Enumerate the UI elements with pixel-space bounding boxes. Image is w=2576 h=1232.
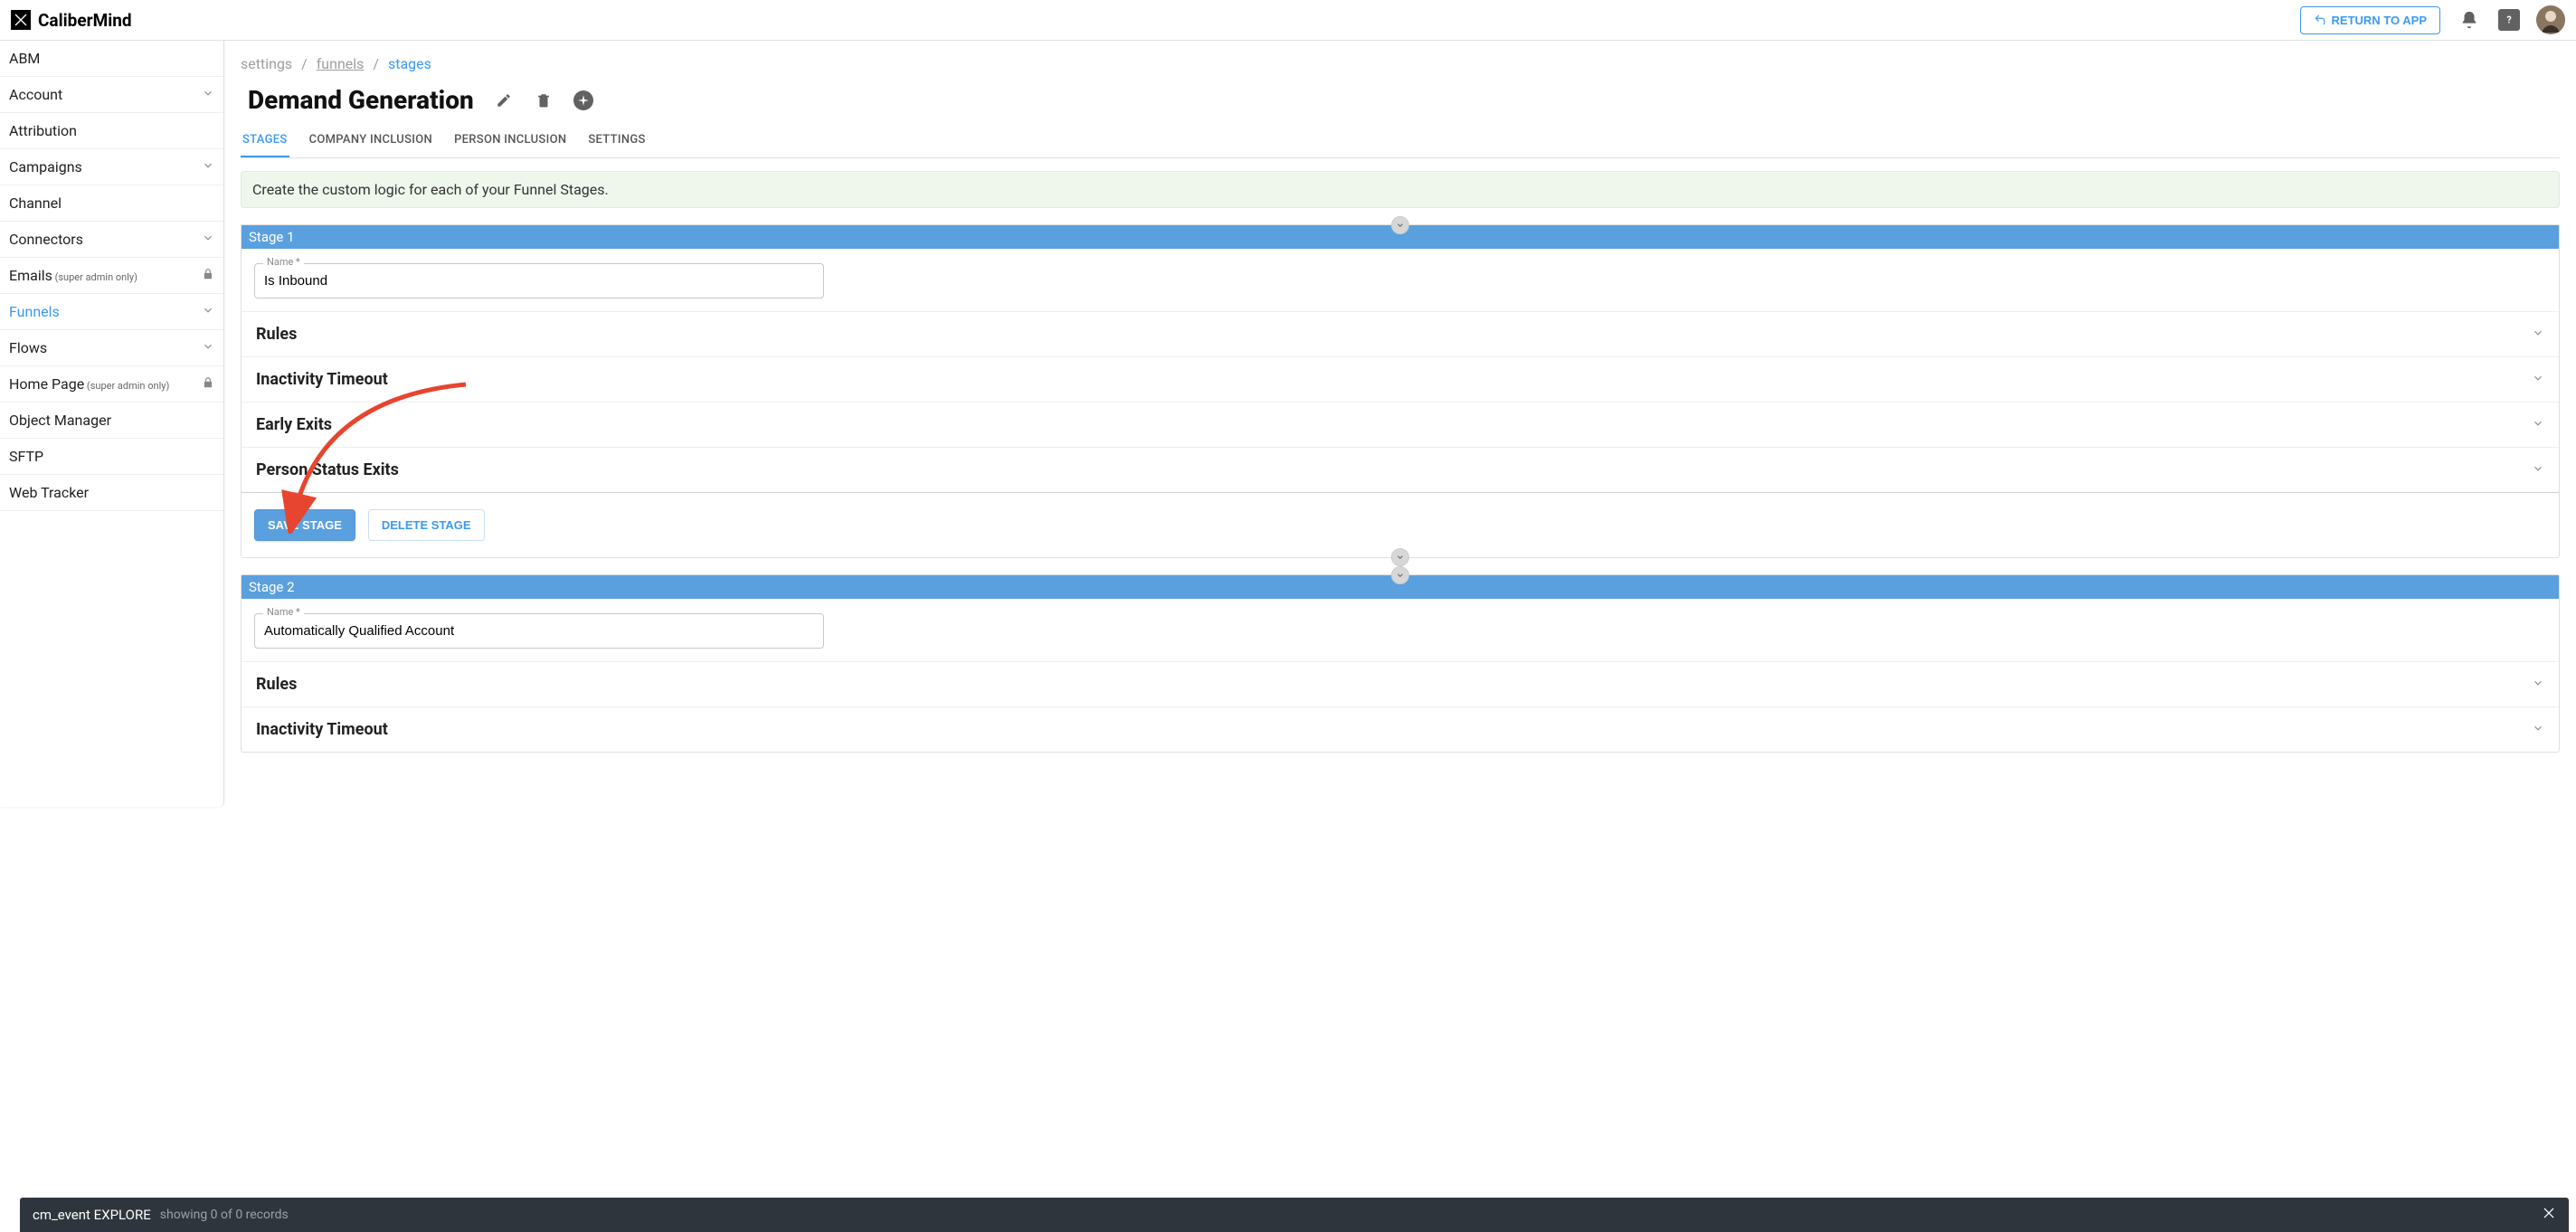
breadcrumb-current: stages [388,55,431,72]
return-button-label: RETURN TO APP [2332,14,2427,27]
chevron-down-icon [202,86,214,103]
stage-name-field: Name * [254,263,824,299]
main-content: settings / funnels / stages Demand Gener… [224,41,2576,807]
sidebar-item-emails[interactable]: Emails (super admin only) [0,258,223,294]
sidebar-item-label: Flows [9,339,47,356]
accordion-title: Inactivity Timeout [256,720,388,739]
brand-name: CaliberMind [38,10,132,31]
sidebar-item-label: Connectors [9,231,83,248]
lock-icon [202,375,214,393]
sidebar-item-attribution[interactable]: Attribution [0,113,223,149]
explore-bottom-bar: cm_event EXPLORE showing 0 of 0 records [20,1198,2569,1232]
stage-name-label: Name * [263,256,304,268]
stage-name-input[interactable] [254,613,824,649]
tab-bar: STAGES COMPANY INCLUSION PERSON INCLUSION S… [241,124,2560,158]
chevron-down-icon [2532,326,2544,343]
chevron-down-icon [2532,371,2544,388]
sidebar-item-label: Attribution [9,122,77,139]
delete-icon[interactable] [534,90,554,110]
accordion-title: Inactivity Timeout [256,370,388,389]
app-header: CaliberMind RETURN TO APP ? [0,0,2576,41]
insert-stage-before-button[interactable] [1391,216,1409,234]
sidebar-item-home-page[interactable]: Home Page (super admin only) [0,366,223,403]
breadcrumb-root[interactable]: settings [241,55,292,72]
stage-name-label: Name * [263,606,304,618]
accordion-title: Person Status Exits [256,460,399,479]
tab-settings[interactable]: SETTINGS [586,124,647,157]
sidebar-item-channel[interactable]: Channel [0,185,223,222]
sidebar-item-label: Campaigns [9,158,82,175]
stage-name-field: Name * [254,613,824,649]
return-arrow-icon [2314,14,2326,26]
accordion-title: Early Exits [256,415,332,434]
accordion-rules[interactable]: Rules [242,311,2559,356]
chevron-down-icon [2532,461,2544,479]
chevron-down-icon [202,303,214,320]
sidebar-item-label: Emails (super admin only) [9,267,137,284]
sidebar-item-abm[interactable]: ABM [0,41,223,77]
chevron-down-icon [2532,676,2544,693]
accordion-title: Rules [256,325,297,344]
chevron-down-icon [2532,416,2544,433]
sidebar-item-account[interactable]: Account [0,77,223,113]
accordion-title: Rules [256,675,297,694]
chevron-down-icon [2532,721,2544,738]
accordion-early-exits[interactable]: Early Exits [242,402,2559,447]
sidebar-item-label: Object Manager [9,412,111,429]
sidebar-item-funnels[interactable]: Funnels [0,294,223,330]
delete-stage-button[interactable]: DELETE STAGE [368,509,485,541]
bottom-bar-subtitle: showing 0 of 0 records [160,1208,289,1222]
insert-stage-after-button[interactable] [1391,548,1409,566]
save-stage-button[interactable]: SAVE STAGE [254,509,355,541]
bottom-bar-title: cm_event EXPLORE [33,1207,151,1223]
sidebar-item-label: Account [9,86,62,103]
lock-icon [202,267,214,284]
accordion-rules[interactable]: Rules [242,661,2559,706]
breadcrumb-parent[interactable]: funnels [317,55,365,72]
notifications-icon[interactable] [2457,7,2482,33]
sidebar-item-label: ABM [9,50,40,67]
close-icon[interactable] [2542,1206,2556,1224]
sidebar-item-sftp[interactable]: SFTP [0,439,223,475]
sidebar-item-label: Home Page (super admin only) [9,375,169,393]
settings-sidebar: ABM Account Attribution Campaigns Channel Con… [0,41,224,807]
chevron-down-icon [202,158,214,175]
insert-stage-before-button[interactable] [1391,566,1409,584]
svg-text:?: ? [2506,14,2511,25]
tab-stages[interactable]: STAGES [241,124,289,157]
page-title-row: Demand Generation [248,85,2560,115]
chevron-down-icon [202,231,214,248]
sidebar-item-web-tracker[interactable]: Web Tracker [0,475,223,511]
accordion-inactivity-timeout[interactable]: Inactivity Timeout [242,356,2559,402]
return-to-app-button[interactable]: RETURN TO APP [2300,6,2440,34]
stage-card-1: Stage 1Name *RulesInactivity TimeoutEarl… [241,224,2560,558]
accordion-person-status-exits[interactable]: Person Status Exits [242,447,2559,492]
chevron-down-icon [202,339,214,356]
accordion-inactivity-timeout[interactable]: Inactivity Timeout [242,706,2559,752]
sidebar-item-object-manager[interactable]: Object Manager [0,403,223,439]
stage-card-2: Stage 2Name *RulesInactivity Timeout [241,574,2560,753]
tab-company-inclusion[interactable]: COMPANY INCLUSION [308,124,434,157]
sidebar-item-campaigns[interactable]: Campaigns [0,149,223,185]
user-avatar[interactable] [2536,5,2565,34]
stage-name-input[interactable] [254,263,824,299]
brand-logo-icon [11,10,31,30]
brand: CaliberMind [11,10,132,31]
sidebar-item-label: SFTP [9,448,43,465]
page-title: Demand Generation [248,85,474,115]
sidebar-item-label: Channel [9,194,62,212]
sidebar-item-label: Web Tracker [9,484,89,501]
sidebar-item-label: Funnels [9,303,60,320]
info-banner: Create the custom logic for each of your… [241,171,2560,208]
sidebar-item-flows[interactable]: Flows [0,330,223,366]
sidebar-item-connectors[interactable]: Connectors [0,222,223,258]
help-icon[interactable]: ? [2498,9,2520,31]
explore-icon[interactable] [573,90,593,110]
edit-icon[interactable] [494,90,514,110]
tab-person-inclusion[interactable]: PERSON INCLUSION [452,124,568,157]
breadcrumb: settings / funnels / stages [241,55,2560,72]
